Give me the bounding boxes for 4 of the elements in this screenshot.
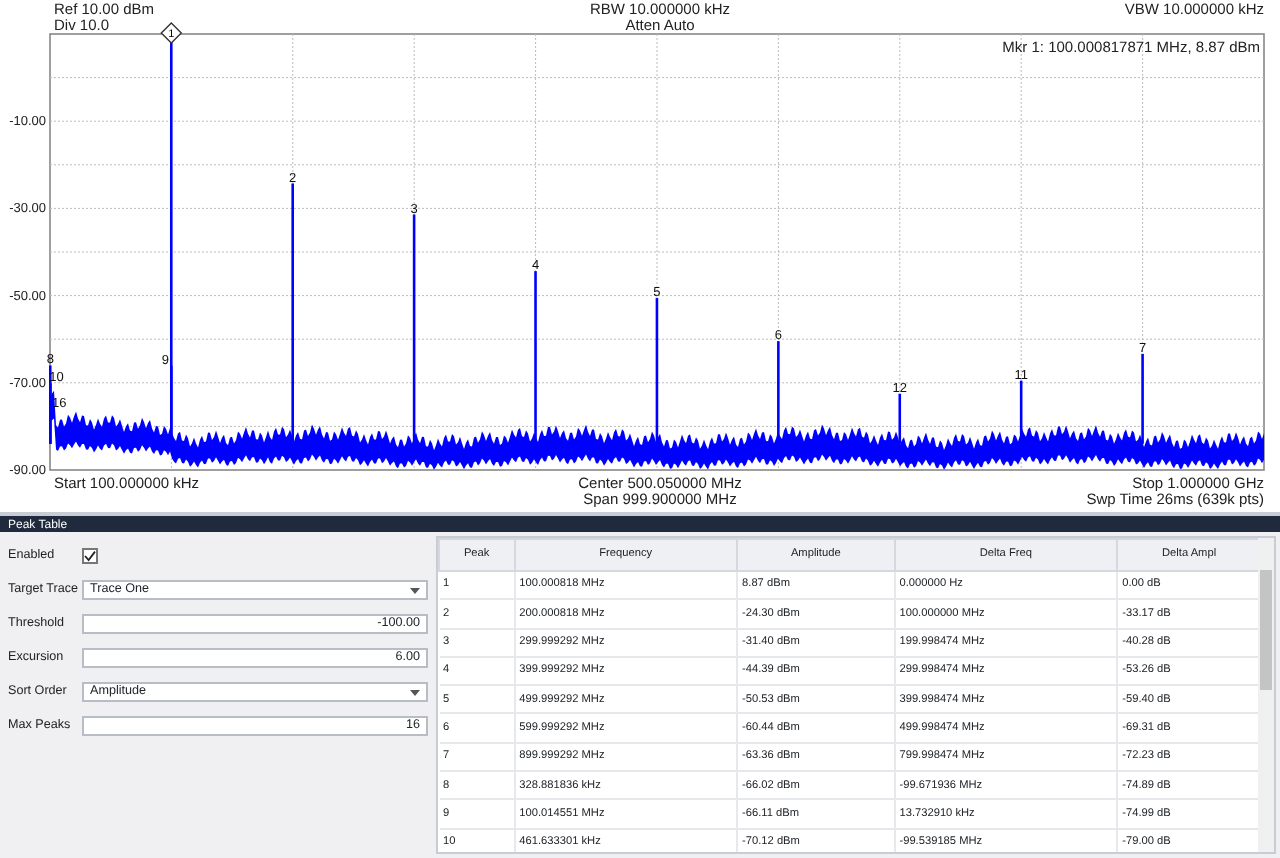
scroll-thumb[interactable]	[1260, 570, 1272, 690]
caret-icon	[410, 689, 420, 695]
caret-icon	[410, 587, 420, 593]
enabled-checkbox[interactable]	[82, 548, 98, 564]
